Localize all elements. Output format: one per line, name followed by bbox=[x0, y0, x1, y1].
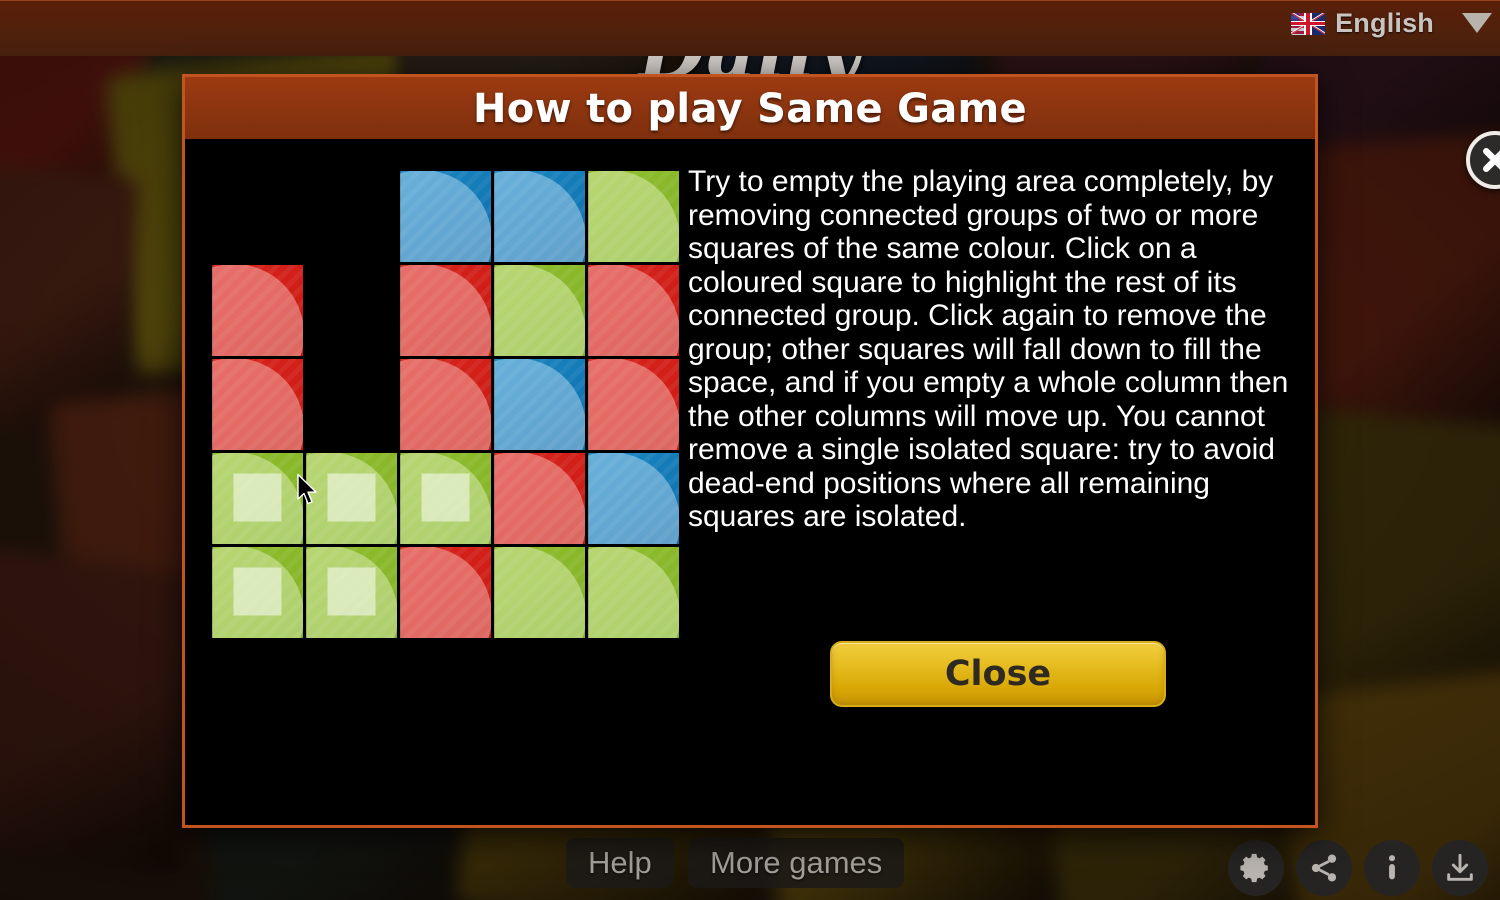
tile-red bbox=[588, 265, 679, 356]
tile-selected-marker bbox=[328, 568, 375, 615]
board-cell bbox=[211, 546, 305, 640]
board-cell bbox=[399, 264, 493, 358]
tile-shine bbox=[588, 453, 679, 544]
dialog-actions: Close bbox=[688, 641, 1308, 707]
board-cell-empty bbox=[305, 170, 399, 264]
tile-green-selected bbox=[212, 547, 303, 638]
tile-shine bbox=[588, 265, 679, 356]
board-cell-empty bbox=[305, 358, 399, 452]
settings-button[interactable] bbox=[1228, 840, 1284, 896]
more-games-button[interactable]: More games bbox=[688, 838, 905, 888]
tile-shine bbox=[212, 359, 303, 450]
game-board-preview bbox=[211, 170, 681, 640]
board-cell bbox=[305, 546, 399, 640]
share-button[interactable] bbox=[1296, 840, 1352, 896]
tile-shine bbox=[494, 547, 585, 638]
help-button[interactable]: Help bbox=[566, 838, 674, 888]
uk-flag-icon bbox=[1291, 12, 1326, 35]
tile-red bbox=[400, 265, 491, 356]
board-cell bbox=[493, 452, 587, 546]
tile-green bbox=[494, 547, 585, 638]
language-selector[interactable]: English bbox=[1291, 8, 1434, 39]
gear-icon bbox=[1240, 853, 1268, 883]
top-bar: English bbox=[0, 0, 1500, 56]
board-cell bbox=[399, 452, 493, 546]
tile-red bbox=[400, 359, 491, 450]
board-cell bbox=[493, 546, 587, 640]
dialog-body: Try to empty the playing area completely… bbox=[185, 141, 1315, 825]
tile-red bbox=[212, 265, 303, 356]
board-cell bbox=[587, 170, 681, 264]
board-cell bbox=[587, 358, 681, 452]
board-cell bbox=[399, 546, 493, 640]
tile-green-selected bbox=[212, 453, 303, 544]
dialog-title: How to play Same Game bbox=[185, 77, 1315, 141]
tile-shine bbox=[400, 265, 491, 356]
tile-selected-marker bbox=[422, 474, 469, 521]
app-root: Daily English Help More games bbox=[0, 0, 1500, 900]
tile-red bbox=[400, 547, 491, 638]
tile-blue bbox=[494, 171, 585, 262]
instructions-text: Try to empty the playing area completely… bbox=[688, 165, 1289, 533]
board-cell bbox=[399, 358, 493, 452]
how-to-play-dialog: How to play Same Game Try to empty the p… bbox=[182, 74, 1500, 828]
download-icon bbox=[1447, 853, 1473, 881]
board-cell bbox=[211, 452, 305, 546]
tile-shine bbox=[588, 547, 679, 638]
close-button[interactable]: Close bbox=[830, 641, 1166, 707]
share-icon bbox=[1311, 854, 1337, 882]
board-cell bbox=[587, 264, 681, 358]
tile-green bbox=[494, 265, 585, 356]
tile-shine bbox=[212, 265, 303, 356]
board-cell bbox=[587, 452, 681, 546]
chevron-down-icon[interactable] bbox=[1462, 13, 1492, 33]
tile-blue bbox=[400, 171, 491, 262]
tile-shine bbox=[400, 359, 491, 450]
tile-selected-marker bbox=[234, 474, 281, 521]
tile-green-selected bbox=[306, 453, 397, 544]
board-cell bbox=[211, 264, 305, 358]
board-cell bbox=[493, 358, 587, 452]
tile-red bbox=[494, 453, 585, 544]
bottom-bar: Help More games bbox=[0, 828, 1500, 900]
tile-green-selected bbox=[306, 547, 397, 638]
close-icon bbox=[1483, 148, 1500, 172]
instructions-panel: Try to empty the playing area completely… bbox=[688, 165, 1308, 534]
language-label: English bbox=[1335, 8, 1434, 38]
board-cell-empty bbox=[211, 170, 305, 264]
tile-shine bbox=[494, 171, 585, 262]
board-cell bbox=[493, 264, 587, 358]
board-cell bbox=[305, 452, 399, 546]
tile-green bbox=[588, 171, 679, 262]
tile-shine bbox=[400, 171, 491, 262]
tile-shine bbox=[588, 171, 679, 262]
board-cell-empty bbox=[305, 264, 399, 358]
tile-blue bbox=[588, 453, 679, 544]
board-cell bbox=[399, 170, 493, 264]
tile-green bbox=[588, 547, 679, 638]
tile-green-selected bbox=[400, 453, 491, 544]
download-button[interactable] bbox=[1432, 840, 1488, 896]
tile-shine bbox=[400, 547, 491, 638]
board-cell bbox=[211, 358, 305, 452]
tile-blue bbox=[494, 359, 585, 450]
tile-selected-marker bbox=[234, 568, 281, 615]
tile-shine bbox=[494, 453, 585, 544]
tile-selected-marker bbox=[328, 474, 375, 521]
tile-shine bbox=[588, 359, 679, 450]
board-cell bbox=[587, 546, 681, 640]
info-icon bbox=[1388, 855, 1396, 880]
tile-red bbox=[588, 359, 679, 450]
tile-shine bbox=[494, 359, 585, 450]
tile-red bbox=[212, 359, 303, 450]
board-cell bbox=[493, 170, 587, 264]
info-button[interactable] bbox=[1364, 840, 1420, 896]
tile-shine bbox=[494, 265, 585, 356]
